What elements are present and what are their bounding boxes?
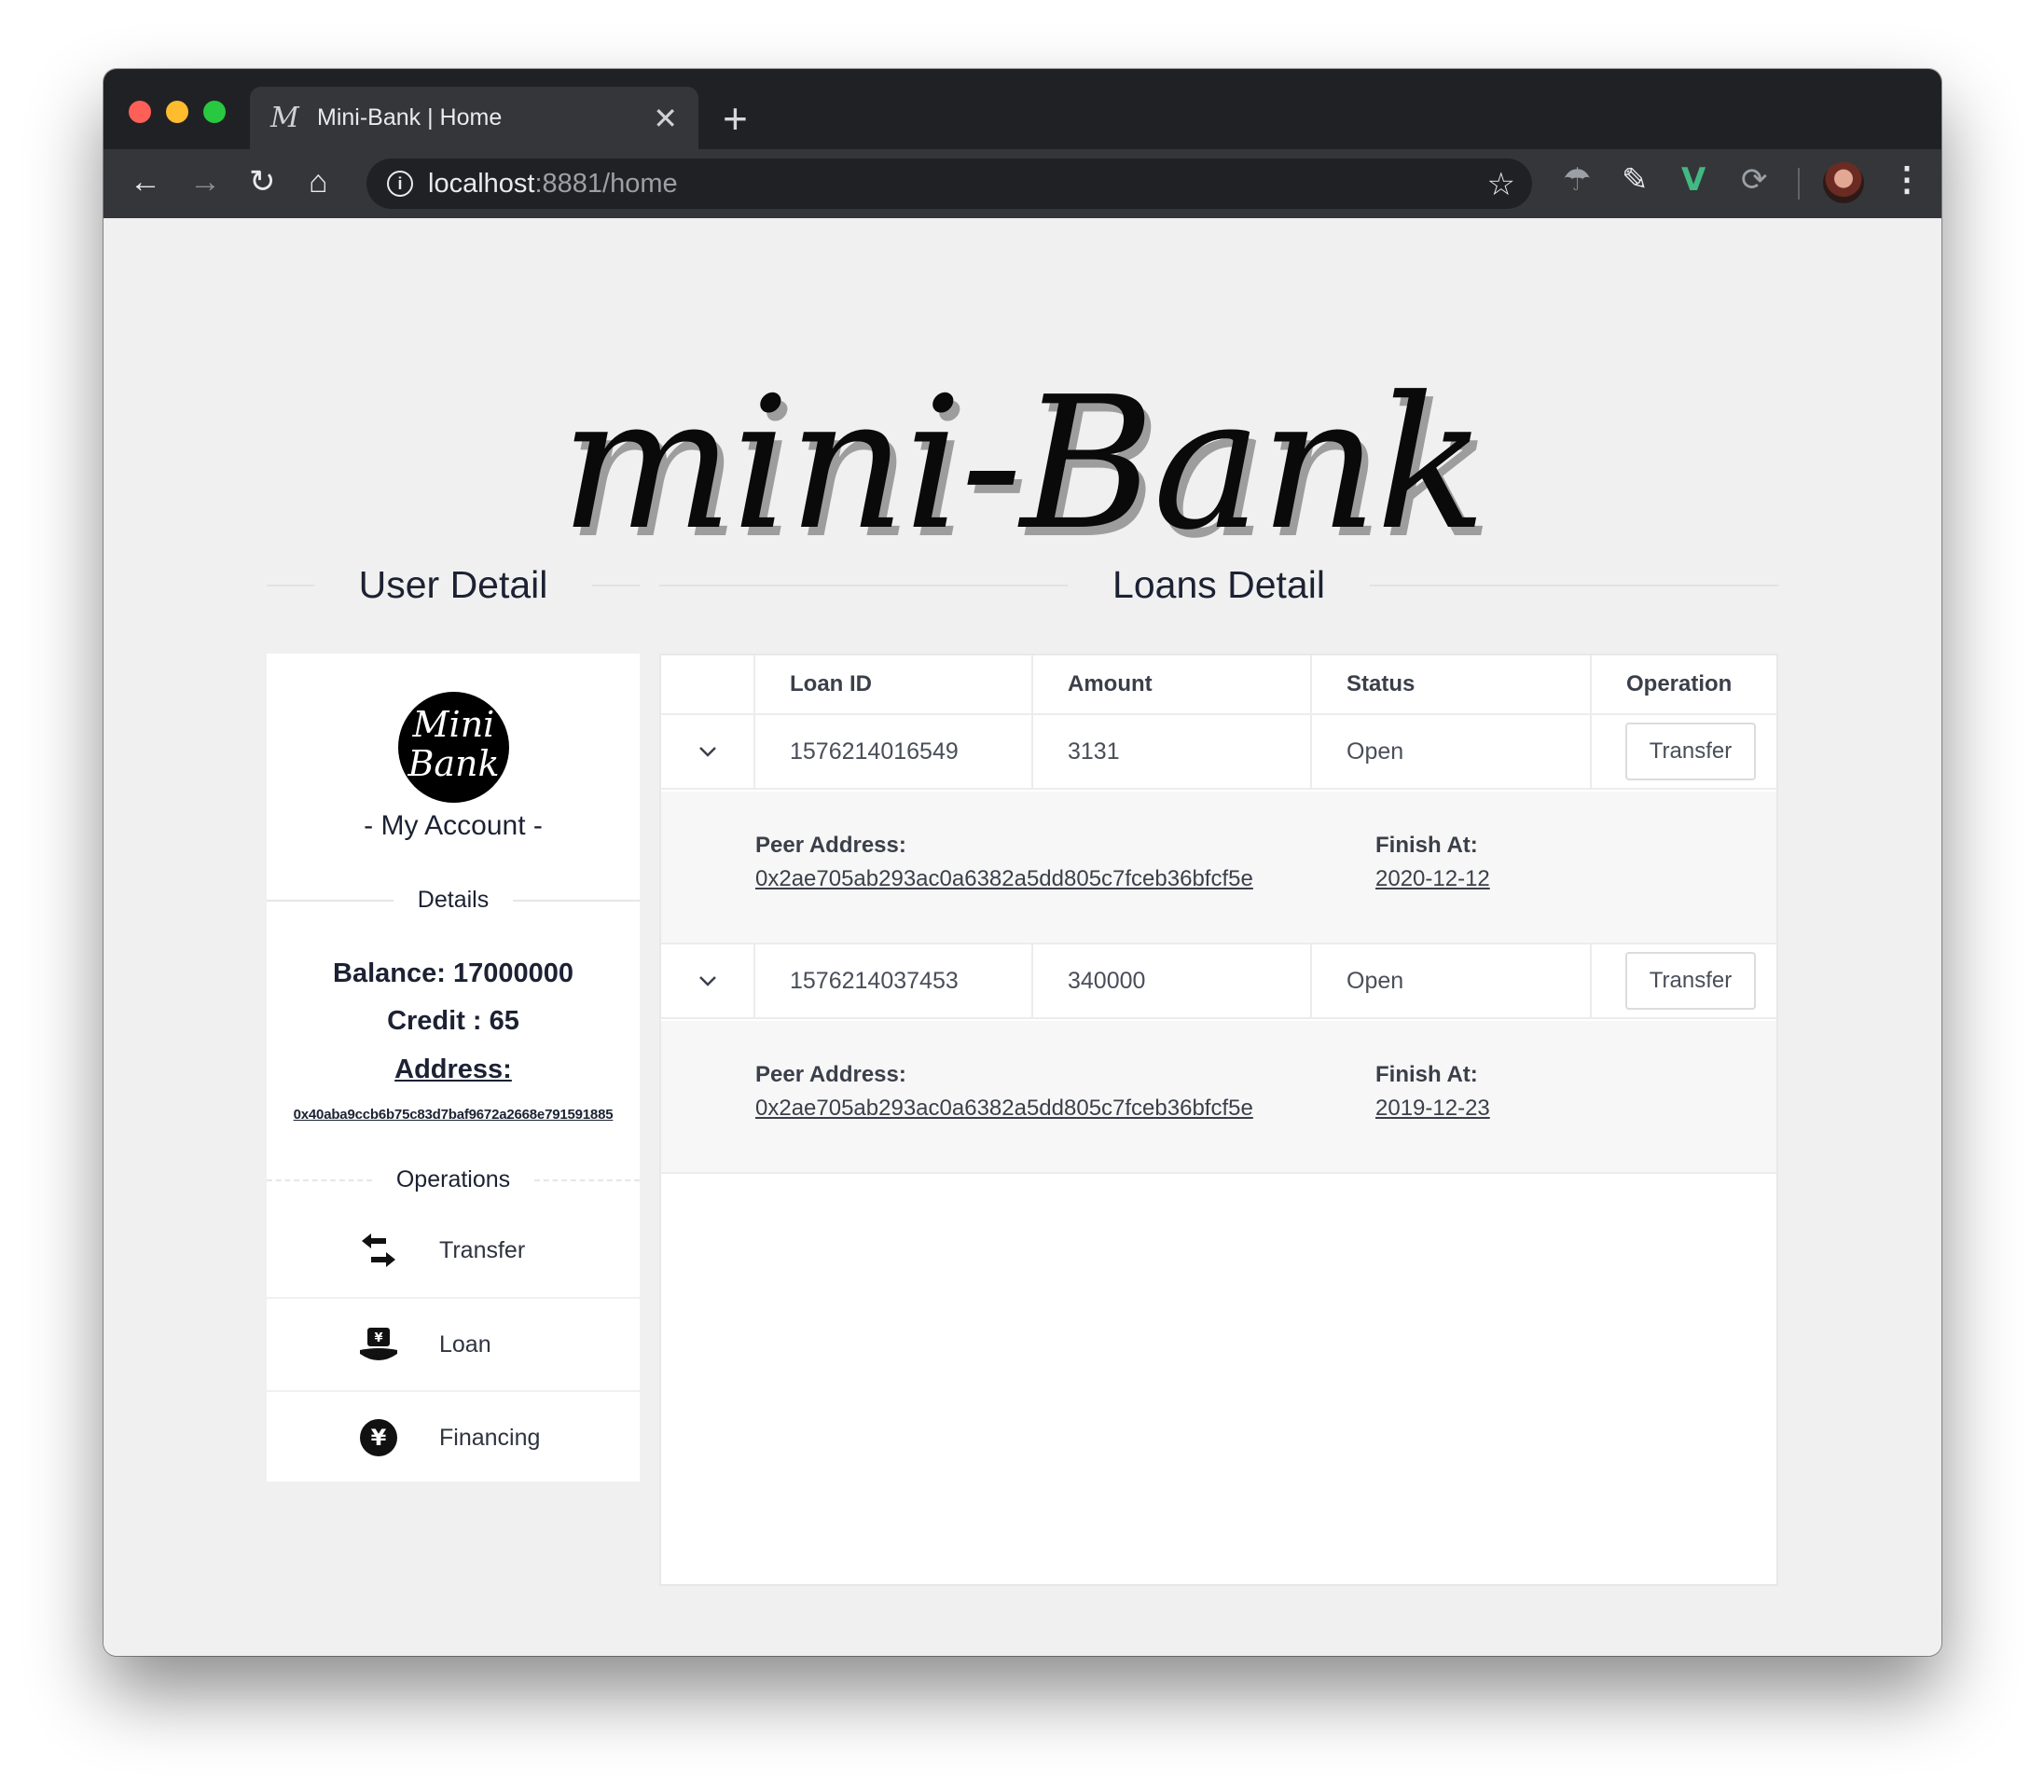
peer-address-link[interactable]: 0x2ae705ab293ac0a6382a5dd805c7fceb36bfcf…	[755, 866, 1253, 892]
finish-at-link[interactable]: 2020-12-12	[1375, 866, 1490, 892]
back-icon[interactable]: ←	[130, 166, 161, 198]
finish-at-link[interactable]: 2019-12-23	[1375, 1096, 1490, 1122]
expand-row-button[interactable]	[661, 944, 755, 1017]
svg-text:¥: ¥	[374, 1331, 382, 1345]
browser-toolbar: ← → ↻ ⌂ i localhost:8881/home ☆ ☂ ✎ V ⟳ …	[104, 149, 1941, 218]
expand-row-button[interactable]	[661, 715, 755, 788]
operation-label: Loan	[439, 1330, 491, 1358]
user-detail-card: Mini Bank - My Account - Details Balance…	[267, 654, 640, 1482]
status-cell: Open	[1312, 944, 1592, 1017]
reload-icon[interactable]: ↻	[249, 166, 276, 198]
browser-menu-icon[interactable]: ⋮	[1890, 162, 1924, 196]
address-bar[interactable]: i localhost:8881/home ☆	[366, 159, 1532, 209]
column-header-status: Status	[1312, 655, 1592, 713]
address-label: Address:	[394, 1055, 512, 1084]
site-logo: mini-Bank	[559, 358, 1487, 571]
browser-titlebar: M Mini-Bank | Home ✕ +	[104, 69, 1941, 149]
loan-expanded-details: Peer Address: 0x2ae705ab293ac0a6382a5dd8…	[661, 792, 1776, 944]
operation-loan[interactable]: ¥ Loan	[267, 1297, 640, 1390]
transfer-button[interactable]: Transfer	[1625, 723, 1756, 780]
operation-financing[interactable]: ¥ Financing	[267, 1390, 640, 1483]
balance-text: Balance: 17000000	[333, 958, 573, 988]
account-heading: - My Account -	[364, 810, 543, 841]
close-window-button[interactable]	[129, 101, 151, 123]
sync-extension-icon[interactable]: ⟳	[1741, 164, 1768, 196]
table-row: 1576214037453 340000 Open Transfer	[661, 944, 1776, 1019]
operation-label: Financing	[439, 1424, 541, 1451]
brand-avatar: Mini Bank	[398, 692, 509, 803]
table-header: Loan ID Amount Status Operation	[661, 655, 1776, 715]
loan-expanded-details: Peer Address: 0x2ae705ab293ac0a6382a5dd8…	[661, 1021, 1776, 1174]
loan-id-cell: 1576214037453	[755, 944, 1033, 1017]
operation-transfer[interactable]: Transfer	[267, 1204, 640, 1297]
site-info-icon[interactable]: i	[387, 171, 413, 197]
page-content: mini-Bank User Detail Loans Detail Mini …	[104, 218, 1941, 1656]
operation-label: Transfer	[439, 1236, 526, 1263]
operation-cell: Transfer	[1592, 944, 1776, 1017]
close-tab-icon[interactable]: ✕	[653, 103, 678, 133]
amount-cell: 3131	[1033, 715, 1312, 788]
peer-address-label: Peer Address:	[755, 833, 906, 858]
minimize-window-button[interactable]	[166, 101, 188, 123]
loans-detail-title: Loans Detail	[659, 563, 1778, 607]
column-header-loan-id: Loan ID	[755, 655, 1033, 713]
peer-address-link[interactable]: 0x2ae705ab293ac0a6382a5dd805c7fceb36bfcf…	[755, 1096, 1253, 1122]
chevron-down-icon	[698, 976, 716, 986]
forward-icon[interactable]: →	[189, 166, 221, 198]
home-icon[interactable]: ⌂	[309, 166, 328, 198]
browser-tab[interactable]: M Mini-Bank | Home ✕	[250, 87, 698, 149]
loan-bag-icon: ¥	[358, 1324, 399, 1365]
finish-at-label: Finish At:	[1375, 833, 1478, 858]
user-detail-title: User Detail	[267, 563, 640, 607]
column-header-amount: Amount	[1033, 655, 1312, 713]
maximize-window-button[interactable]	[203, 101, 226, 123]
operations-heading: Operations	[267, 1166, 640, 1193]
browser-window: M Mini-Bank | Home ✕ + ← → ↻ ⌂ i localho…	[104, 69, 1941, 1656]
profile-avatar[interactable]	[1823, 162, 1864, 203]
table-row: 1576214016549 3131 Open Transfer	[661, 715, 1776, 790]
finish-at-label: Finish At:	[1375, 1062, 1478, 1087]
loans-table: Loan ID Amount Status Operation 15762140…	[659, 654, 1778, 1586]
transfer-button[interactable]: Transfer	[1625, 952, 1756, 1010]
details-heading: Details	[267, 887, 640, 914]
toolbar-divider	[1798, 168, 1800, 200]
yen-circle-icon: ¥	[358, 1417, 399, 1458]
vue-devtools-icon[interactable]: V	[1681, 164, 1706, 196]
expand-column-header	[661, 655, 755, 713]
loan-id-cell: 1576214016549	[755, 715, 1033, 788]
chevron-down-icon	[698, 747, 716, 757]
user-address-link[interactable]: 0x40aba9ccb6b75c83d7baf9672a2668e7915918…	[267, 1107, 640, 1123]
amount-cell: 340000	[1033, 944, 1312, 1017]
transfer-arrows-icon	[358, 1230, 399, 1271]
favicon-icon: M	[270, 102, 299, 134]
operation-cell: Transfer	[1592, 715, 1776, 788]
credit-text: Credit : 65	[387, 1006, 519, 1036]
pen-extension-icon[interactable]: ✎	[1622, 164, 1649, 196]
tab-title: Mini-Bank | Home	[317, 104, 503, 131]
column-header-operation: Operation	[1626, 671, 1733, 696]
peer-address-label: Peer Address:	[755, 1062, 906, 1087]
svg-text:¥: ¥	[371, 1425, 387, 1451]
url-text: localhost:8881/home	[428, 168, 678, 199]
status-cell: Open	[1312, 715, 1592, 788]
new-tab-icon[interactable]: +	[723, 97, 748, 140]
parachute-extension-icon[interactable]: ☂	[1563, 164, 1591, 196]
bookmark-star-icon[interactable]: ☆	[1487, 166, 1515, 203]
